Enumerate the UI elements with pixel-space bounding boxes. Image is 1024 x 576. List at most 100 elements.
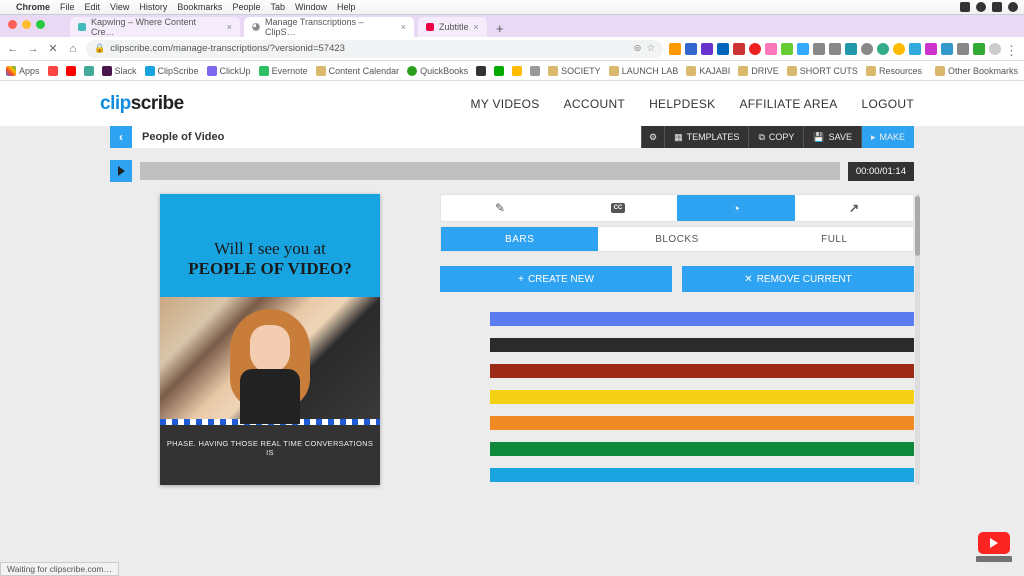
- bookmark-slack[interactable]: Slack: [102, 66, 137, 76]
- bookmark-item[interactable]: [494, 66, 504, 76]
- nav-account[interactable]: ACCOUNT: [564, 97, 625, 111]
- color-bar[interactable]: [490, 442, 914, 456]
- video-preview[interactable]: Will I see you at PEOPLE OF VIDEO? PHASE…: [160, 194, 380, 485]
- reader-icon[interactable]: ⊜: [634, 43, 642, 54]
- bookmark-item[interactable]: [48, 66, 58, 76]
- menu-window[interactable]: Window: [295, 2, 327, 12]
- menu-people[interactable]: People: [232, 2, 260, 12]
- extension-icon[interactable]: [813, 43, 825, 55]
- bookmark-clickup[interactable]: ClickUp: [207, 66, 251, 76]
- youtube-overlay-icon[interactable]: [978, 532, 1010, 554]
- extension-icon[interactable]: [941, 43, 953, 55]
- extension-icon[interactable]: [925, 43, 937, 55]
- browser-tab[interactable]: Zubtitle ×: [418, 17, 487, 37]
- menu-edit[interactable]: Edit: [85, 2, 101, 12]
- style-full[interactable]: FULL: [756, 227, 913, 251]
- bookmark-item[interactable]: [530, 66, 540, 76]
- bookmark-folder[interactable]: LAUNCH LAB: [609, 66, 679, 76]
- minimize-window-button[interactable]: [22, 20, 31, 29]
- color-bar[interactable]: [490, 338, 914, 352]
- close-tab-icon[interactable]: ×: [227, 22, 232, 32]
- extension-icon[interactable]: [829, 43, 841, 55]
- extension-icon[interactable]: [845, 43, 857, 55]
- bookmark-folder[interactable]: SHORT CUTS: [787, 66, 858, 76]
- close-tab-icon[interactable]: ×: [474, 22, 479, 32]
- youtube-subscribe-overlay[interactable]: [976, 556, 1012, 562]
- bookmark-clipscribe[interactable]: ClipScribe: [145, 66, 199, 76]
- bookmark-item[interactable]: [476, 66, 486, 76]
- extension-icon[interactable]: [749, 43, 761, 55]
- status-icon[interactable]: [1008, 2, 1018, 12]
- nav-my-videos[interactable]: MY VIDEOS: [470, 97, 539, 111]
- bookmark-folder[interactable]: SOCIETY: [548, 66, 601, 76]
- extension-icon[interactable]: [733, 43, 745, 55]
- menu-help[interactable]: Help: [337, 2, 356, 12]
- timeline-scrubber[interactable]: [140, 162, 840, 180]
- extension-icon[interactable]: [973, 43, 985, 55]
- nav-helpdesk[interactable]: HELPDESK: [649, 97, 715, 111]
- extension-icon[interactable]: [701, 43, 713, 55]
- bookmark-apps[interactable]: Apps: [6, 66, 40, 76]
- make-button[interactable]: ▸MAKE: [861, 126, 914, 148]
- color-bar[interactable]: [490, 468, 914, 482]
- bookmark-item[interactable]: [512, 66, 522, 76]
- extension-icon[interactable]: [685, 43, 697, 55]
- extension-icon[interactable]: [669, 43, 681, 55]
- extension-icon[interactable]: [797, 43, 809, 55]
- menu-tab[interactable]: Tab: [270, 2, 285, 12]
- fullscreen-window-button[interactable]: [36, 20, 45, 29]
- star-icon[interactable]: ☆: [646, 43, 655, 54]
- close-tab-icon[interactable]: ×: [401, 22, 406, 32]
- new-tab-button[interactable]: +: [491, 19, 509, 37]
- status-icon[interactable]: [992, 2, 1002, 12]
- close-window-button[interactable]: [8, 20, 17, 29]
- address-bar[interactable]: 🔒 clipscribe.com/manage-transcriptions/?…: [86, 40, 663, 58]
- chrome-menu-icon[interactable]: ⋮: [1005, 43, 1018, 55]
- app-name[interactable]: Chrome: [16, 2, 50, 12]
- bookmark-folder[interactable]: KAJABI: [686, 66, 730, 76]
- save-button[interactable]: 💾SAVE: [803, 126, 861, 148]
- menu-history[interactable]: History: [139, 2, 167, 12]
- status-icon[interactable]: [960, 2, 970, 12]
- copy-button[interactable]: ⧉COPY: [748, 126, 803, 148]
- browser-tab-active[interactable]: Manage Transcriptions – ClipS… ×: [244, 17, 414, 37]
- templates-button[interactable]: ▦TEMPLATES: [664, 126, 748, 148]
- extension-icon[interactable]: [765, 43, 777, 55]
- extension-icon[interactable]: [893, 43, 905, 55]
- extension-icon[interactable]: [909, 43, 921, 55]
- menu-view[interactable]: View: [110, 2, 129, 12]
- bookmark-folder[interactable]: Resources: [866, 66, 922, 76]
- extension-icon[interactable]: [781, 43, 793, 55]
- home-button[interactable]: ⌂: [66, 43, 80, 55]
- extension-icon[interactable]: [957, 43, 969, 55]
- browser-tab[interactable]: Kapwing – Where Content Cre… ×: [70, 17, 240, 37]
- bookmark-folder[interactable]: Content Calendar: [316, 66, 400, 76]
- status-icon[interactable]: [976, 2, 986, 12]
- bookmark-item[interactable]: [66, 66, 76, 76]
- profile-avatar[interactable]: [989, 43, 1001, 55]
- extension-icon[interactable]: [877, 43, 889, 55]
- bookmark-item[interactable]: [84, 66, 94, 76]
- menu-file[interactable]: File: [60, 2, 75, 12]
- nav-logout[interactable]: LOGOUT: [862, 97, 914, 111]
- stop-button[interactable]: ✕: [46, 42, 60, 55]
- tab-captions[interactable]: CC: [559, 195, 677, 221]
- extension-icon[interactable]: [717, 43, 729, 55]
- color-bar[interactable]: [490, 416, 914, 430]
- back-button[interactable]: ←: [6, 43, 20, 55]
- scrollbar[interactable]: [915, 194, 920, 485]
- tab-style[interactable]: [441, 195, 559, 221]
- other-bookmarks[interactable]: Other Bookmarks: [935, 66, 1018, 76]
- forward-button[interactable]: →: [26, 43, 40, 55]
- bookmark-evernote[interactable]: Evernote: [259, 66, 308, 76]
- tab-timing[interactable]: [677, 195, 795, 221]
- bookmark-folder[interactable]: DRIVE: [738, 66, 779, 76]
- color-bar[interactable]: [490, 364, 914, 378]
- style-blocks[interactable]: BLOCKS: [598, 227, 755, 251]
- menu-bookmarks[interactable]: Bookmarks: [177, 2, 222, 12]
- remove-current-button[interactable]: ✕REMOVE CURRENT: [682, 266, 914, 292]
- style-bars[interactable]: BARS: [441, 227, 598, 251]
- color-bar[interactable]: [490, 390, 914, 404]
- nav-affiliate[interactable]: AFFILIATE AREA: [740, 97, 838, 111]
- tab-export[interactable]: [795, 195, 913, 221]
